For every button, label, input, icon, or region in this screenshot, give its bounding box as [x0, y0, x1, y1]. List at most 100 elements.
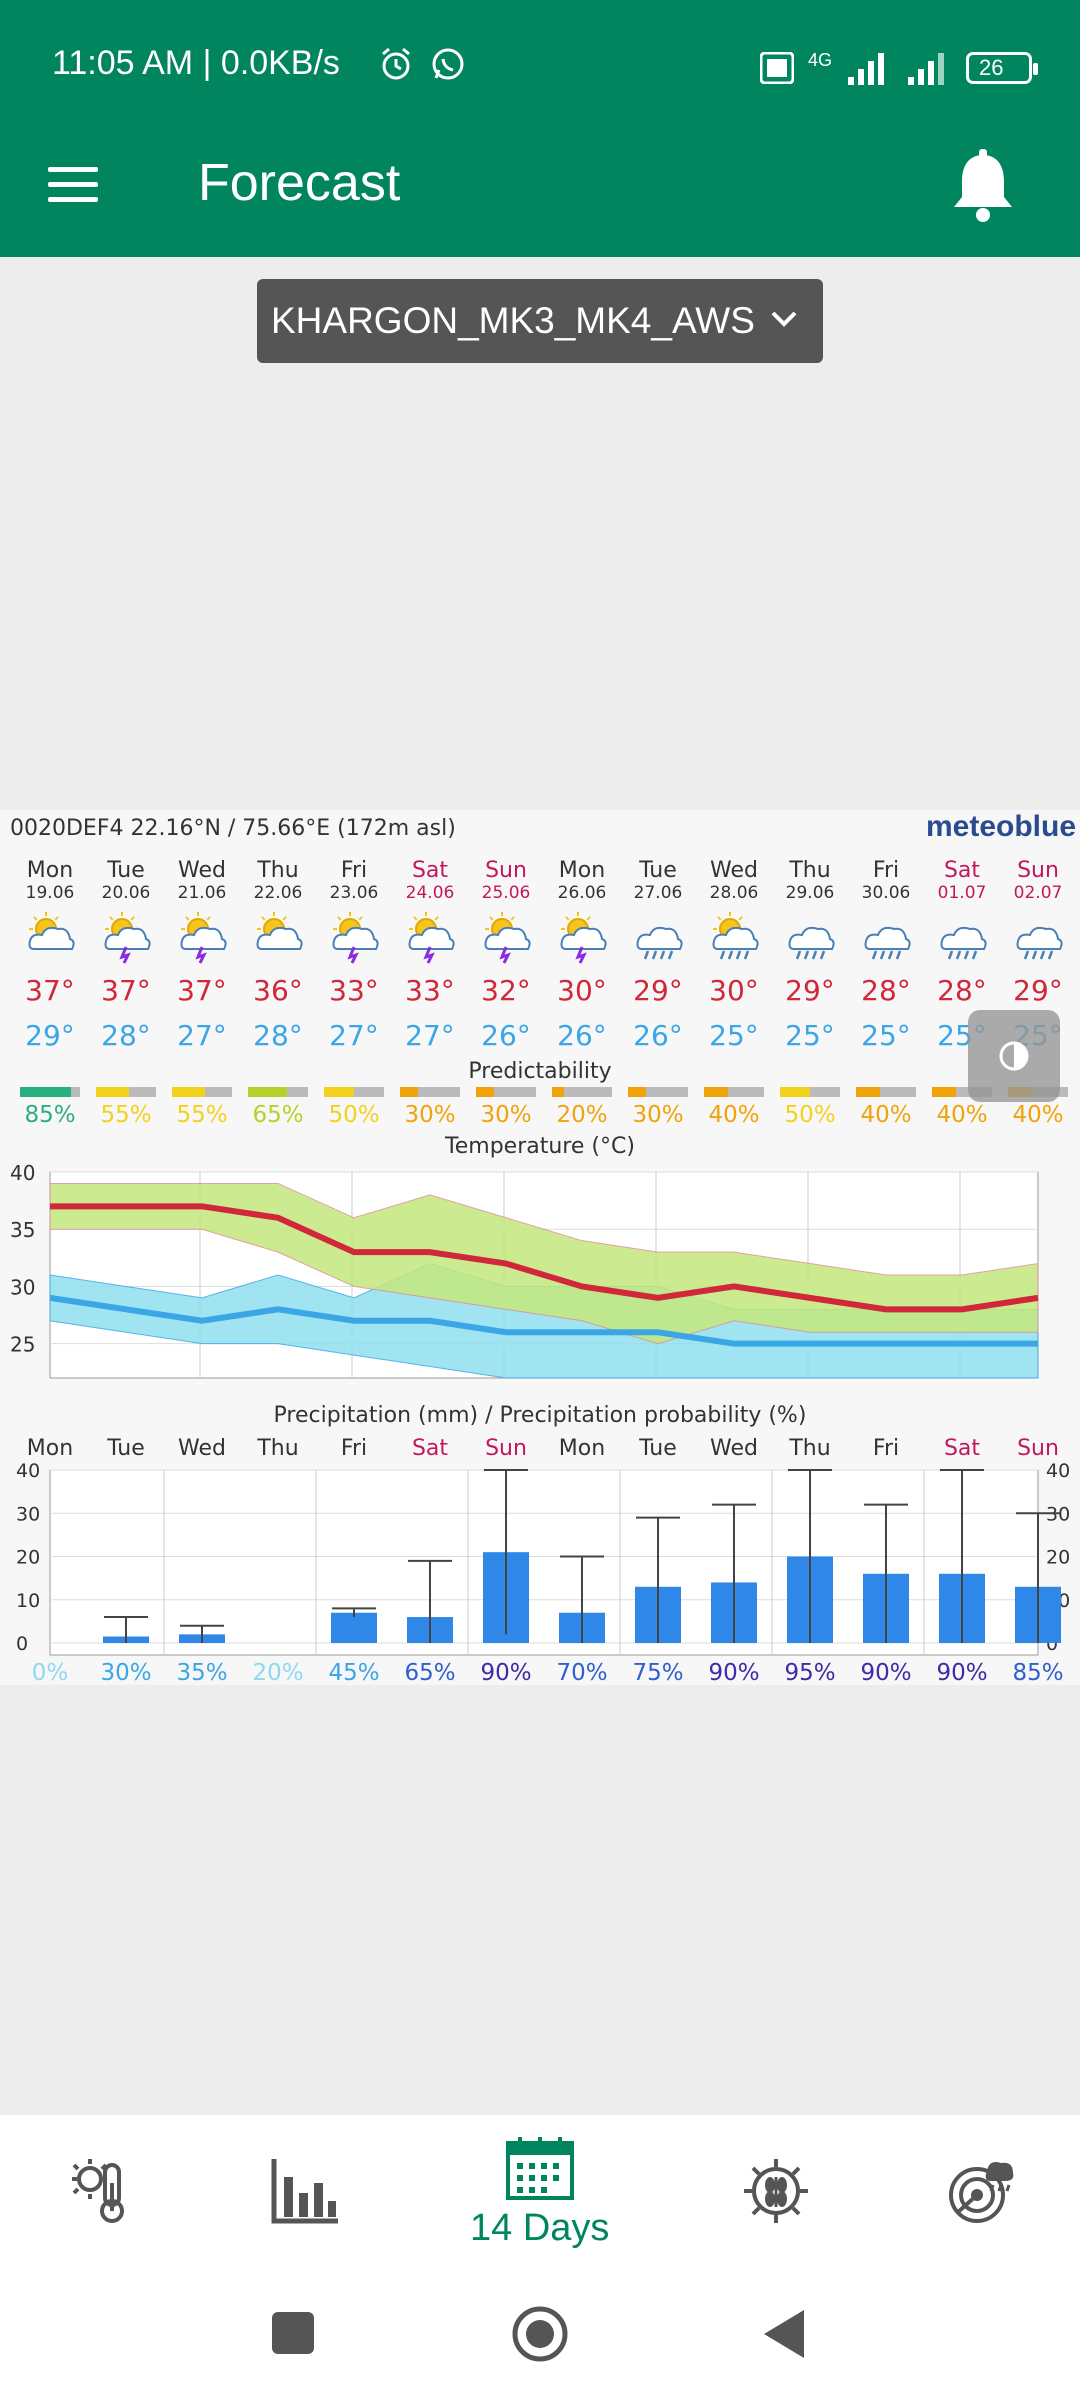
contrast-toggle-button[interactable]	[968, 1010, 1060, 1102]
min-temp: 26°	[557, 1019, 607, 1052]
rain-drop	[871, 950, 878, 960]
cloud-shape	[636, 926, 683, 950]
day-date: 24.06	[406, 883, 455, 903]
thunderstorm-sun-icon	[332, 912, 379, 964]
precip-day-label: Sat	[412, 1436, 448, 1461]
min-temp: 25°	[785, 1019, 835, 1052]
day-date: 01.07	[938, 883, 987, 903]
day-name: Wed	[178, 858, 226, 883]
precip-probability: 30%	[100, 1660, 151, 1685]
station-dropdown[interactable]: KHARGON_MK3_MK4_AWS	[257, 279, 823, 363]
precip-day-label: Mon	[27, 1436, 73, 1461]
precip-day-label: Fri	[341, 1436, 367, 1461]
day-name: Fri	[873, 858, 899, 883]
predictability-bar	[704, 1087, 728, 1097]
predictability-value: 55%	[176, 1102, 227, 1128]
rain-sun-icon	[712, 912, 759, 960]
max-temp: 32°	[481, 974, 531, 1007]
home-icon[interactable]	[510, 2304, 570, 2364]
battery-level: 26	[979, 55, 1004, 80]
precip-probability: 45%	[328, 1660, 379, 1685]
max-temp: 36°	[253, 974, 303, 1007]
sun-ray	[185, 916, 190, 921]
day-name: Wed	[710, 858, 758, 883]
max-temp: 28°	[861, 974, 911, 1007]
radar-icon[interactable]	[945, 2155, 1017, 2227]
sun-ray	[434, 916, 439, 921]
bell-icon[interactable]	[948, 147, 1018, 227]
rain-drop	[819, 950, 826, 960]
bottom-navigation: 14 Days	[0, 2115, 1080, 2280]
weather-icon[interactable]	[68, 2155, 138, 2225]
min-temp: 27°	[329, 1019, 379, 1052]
max-temp: 37°	[25, 974, 75, 1007]
day-date: 20.06	[102, 883, 151, 903]
meteogram: 0020DEF4 22.16°N / 75.66°E (172m asl) me…	[0, 810, 1080, 1685]
precip-y-tick: 20	[16, 1547, 40, 1569]
predictability-value: 85%	[24, 1102, 75, 1128]
max-temp: 30°	[709, 974, 759, 1007]
day-name: Tue	[638, 858, 677, 883]
rain-drop	[1023, 950, 1030, 960]
day-name: Thu	[256, 858, 298, 883]
day-date: 27.06	[634, 883, 683, 903]
precip-y-tick: 40	[16, 1460, 40, 1482]
day-name: Sun	[1017, 858, 1059, 883]
sun-ray	[358, 916, 363, 921]
min-temp: 25°	[709, 1019, 759, 1052]
max-temp: 33°	[405, 974, 455, 1007]
system-navigation	[0, 2280, 1080, 2400]
temperature-title: Temperature (°C)	[444, 1134, 635, 1159]
thunderstorm-sun-icon	[408, 912, 455, 964]
precip-y-tick-right: 20	[1046, 1547, 1070, 1569]
day-date: 25.06	[482, 883, 531, 903]
back-icon[interactable]	[762, 2308, 808, 2360]
rain-cloud-icon	[636, 926, 683, 960]
precip-day-label: Sat	[944, 1436, 980, 1461]
predictability-bar	[324, 1087, 354, 1097]
crop-icon[interactable]	[740, 2155, 812, 2227]
nav-label-14-days[interactable]: 14 Days	[470, 2207, 609, 2250]
precip-day-label: Tue	[106, 1436, 145, 1461]
max-temp: 37°	[177, 974, 227, 1007]
day-name: Tue	[106, 858, 145, 883]
precip-day-label: Thu	[256, 1436, 298, 1461]
rain-drop	[727, 950, 734, 960]
rain-drop	[887, 950, 894, 960]
station-name: KHARGON_MK3_MK4_AWS	[271, 300, 755, 341]
day-date: 30.06	[862, 883, 911, 903]
predictability-value: 40%	[1012, 1102, 1063, 1128]
menu-icon[interactable]	[48, 157, 108, 217]
rain-cloud-icon	[1016, 926, 1063, 960]
precip-y-tick: 30	[16, 1503, 40, 1525]
rain-drop	[659, 950, 666, 960]
sun-cloud-icon	[28, 912, 75, 950]
min-temp: 26°	[633, 1019, 683, 1052]
rain-drop	[963, 950, 970, 960]
temperature-y-tick: 30	[10, 1275, 35, 1299]
precip-probability: 20%	[252, 1660, 303, 1685]
sun-ray	[510, 916, 515, 921]
precip-y-tick-right: 40	[1046, 1460, 1070, 1482]
precip-bar	[331, 1612, 377, 1643]
precip-day-label: Wed	[710, 1436, 758, 1461]
rain-drop	[1047, 950, 1054, 960]
precip-day-label: Thu	[788, 1436, 830, 1461]
min-temp: 26°	[481, 1019, 531, 1052]
precip-day-label: Wed	[178, 1436, 226, 1461]
volte-icon	[759, 52, 794, 84]
signal-icon-2	[908, 53, 944, 85]
precip-probability: 75%	[632, 1660, 683, 1685]
calendar-icon[interactable]	[505, 2135, 575, 2201]
recents-icon[interactable]	[270, 2310, 316, 2356]
predictability-bar	[400, 1087, 418, 1097]
rain-drop	[735, 950, 742, 960]
chart-icon[interactable]	[270, 2155, 340, 2225]
day-date: 21.06	[178, 883, 227, 903]
min-temp: 27°	[405, 1019, 455, 1052]
rain-cloud-icon	[864, 926, 911, 960]
predictability-bar	[856, 1087, 880, 1097]
rain-drop	[719, 950, 726, 960]
predictability-value: 20%	[556, 1102, 607, 1128]
precip-probability: 65%	[404, 1660, 455, 1685]
